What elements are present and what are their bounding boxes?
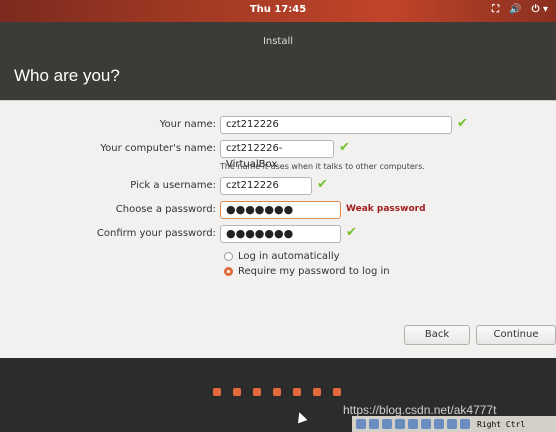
progress-dot: [213, 388, 221, 396]
progress-dot: [233, 388, 241, 396]
shared-folders-icon[interactable]: [395, 419, 405, 429]
name-label: Your name:: [159, 119, 216, 130]
username-field[interactable]: czt212226: [220, 177, 312, 195]
disk-icon[interactable]: [356, 419, 366, 429]
continue-button[interactable]: Continue: [476, 325, 556, 345]
window-header: Install Who are you?: [0, 22, 556, 100]
login-auto-option[interactable]: Log in automatically: [224, 249, 340, 263]
display-icon[interactable]: [408, 419, 418, 429]
cpu-icon[interactable]: [447, 419, 457, 429]
confirm-check-icon: ✔: [346, 225, 357, 240]
computer-name-hint: The name it uses when it talks to other …: [220, 162, 425, 171]
top-panel: Thu 17:45 ⛶ 🔊 ⏻ ▾: [0, 0, 556, 22]
form-area: Your name: czt212226 ✔ Your computer's n…: [0, 100, 556, 358]
password-strength: Weak password: [346, 204, 426, 214]
back-button[interactable]: Back: [404, 325, 470, 345]
confirm-password-label: Confirm your password:: [96, 228, 216, 239]
clock[interactable]: Thu 17:45: [0, 4, 556, 15]
window-title: Install: [262, 36, 294, 47]
mouse-integration-icon[interactable]: [460, 419, 470, 429]
mouse-cursor-icon: [294, 410, 308, 424]
login-auto-radio[interactable]: [224, 251, 233, 261]
volume-icon[interactable]: 🔊: [509, 3, 521, 17]
progress-dot: [253, 388, 261, 396]
name-check-icon: ✔: [457, 116, 468, 131]
computer-name-label: Your computer's name:: [100, 143, 216, 154]
network-adapter-icon[interactable]: [421, 419, 431, 429]
password-label: Choose a password:: [115, 204, 216, 215]
system-tray[interactable]: ⛶ 🔊 ⏻ ▾: [492, 3, 548, 17]
login-require-label: Require my password to log in: [238, 265, 390, 277]
login-auto-label: Log in automatically: [238, 250, 340, 262]
progress-dot: [313, 388, 321, 396]
power-icon[interactable]: ⏻ ▾: [532, 3, 548, 17]
page-title: Who are you?: [14, 66, 120, 85]
confirm-password-field[interactable]: ●●●●●●●: [220, 225, 341, 243]
login-require-option[interactable]: Require my password to log in: [224, 264, 390, 278]
computer-name-check-icon: ✔: [339, 140, 350, 155]
network-icon[interactable]: ⛶: [492, 3, 499, 17]
install-progress-dots: [213, 388, 341, 396]
computer-name-field[interactable]: czt212226-VirtualBox: [220, 140, 334, 170]
usb-icon[interactable]: [382, 419, 392, 429]
watermark: https://blog.csdn.net/ak4777t: [343, 403, 497, 417]
username-check-icon: ✔: [317, 177, 328, 192]
optical-drive-icon[interactable]: [369, 419, 379, 429]
recording-icon[interactable]: [434, 419, 444, 429]
username-label: Pick a username:: [130, 180, 216, 191]
progress-dot: [273, 388, 281, 396]
name-field[interactable]: czt212226: [220, 116, 452, 134]
progress-dot: [293, 388, 301, 396]
host-key-label: Right Ctrl: [477, 419, 526, 429]
login-require-radio[interactable]: [224, 266, 233, 276]
virtualbox-status-bar: Right Ctrl: [352, 416, 556, 432]
progress-dot: [333, 388, 341, 396]
password-field[interactable]: ●●●●●●●: [220, 201, 341, 219]
